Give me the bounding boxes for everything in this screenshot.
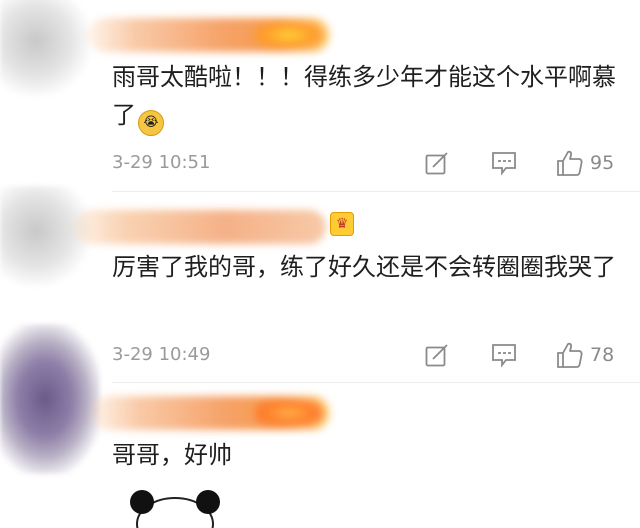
comment-meta: 3-29 10:49 78 [112,340,622,370]
like-count: 95 [590,152,615,174]
comment-item: 哥哥，好帅 [0,324,640,519]
comment-meta: 3-29 10:51 95 [112,148,622,178]
like-button[interactable]: 78 [556,340,614,370]
username[interactable] [92,396,330,430]
comment-text: 哥哥，好帅 [112,436,622,474]
crying-emoji-icon: 😭 [138,110,164,136]
comment-text: 雨哥太酷啦！！！得练多少年才能这个水平啊慕了 😭 [112,58,622,136]
reply-button[interactable] [490,340,518,370]
divider [112,382,640,383]
username[interactable] [74,210,326,244]
comment-text: 厉害了我的哥，练了好久还是不会转圈圈我哭了 [112,248,622,286]
share-icon [425,344,448,367]
comment-icon [492,344,516,368]
panda-sticker-icon [130,490,220,528]
comment-time: 3-29 10:51 [112,152,211,173]
share-icon [425,152,448,175]
comment-item: 雨哥太酷啦！！！得练多少年才能这个水平啊慕了 😭 3-29 10:51 95 [0,0,640,192]
avatar[interactable] [0,324,100,474]
vip-badge-icon: ♛ [330,212,354,236]
share-button[interactable] [424,340,450,370]
comment-text-content: 哥哥，好帅 [112,441,232,469]
comment-icon [492,152,516,176]
comment-time: 3-29 10:49 [112,344,211,365]
username[interactable] [88,18,330,52]
reply-button[interactable] [490,148,518,178]
thumbs-up-icon [557,150,583,176]
comment-text-content: 雨哥太酷啦！！！得练多少年才能这个水平啊慕了 [112,63,616,129]
comment-text-content: 厉害了我的哥，练了好久还是不会转圈圈我哭了 [112,253,616,281]
share-button[interactable] [424,148,450,178]
like-count: 78 [590,344,615,366]
like-button[interactable]: 95 [556,148,614,178]
avatar[interactable] [0,0,90,96]
thumbs-up-icon [557,342,583,368]
